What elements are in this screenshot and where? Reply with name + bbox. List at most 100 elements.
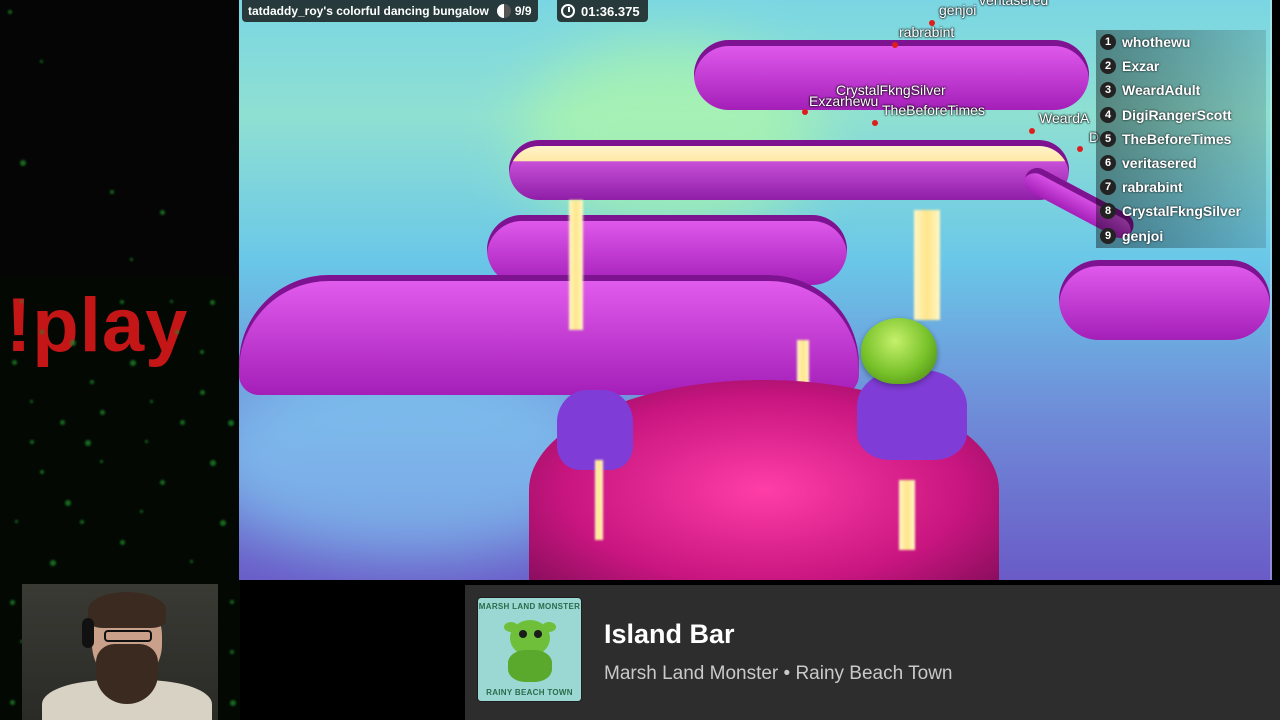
green-speck [150, 400, 153, 403]
green-speck [40, 330, 44, 334]
webcam-feed [22, 584, 218, 720]
leaderboard-row: 2 Exzar [1096, 54, 1266, 79]
player-marker [802, 109, 808, 115]
leaderboard-name: TheBeforeTimes [1122, 130, 1232, 147]
leaderboard-name: veritasered [1122, 155, 1197, 172]
launch-funnel-left [557, 390, 633, 470]
monster-body [508, 650, 552, 682]
green-speck [10, 700, 15, 705]
light-pillar [914, 210, 940, 320]
green-speck [190, 560, 193, 563]
green-speck [50, 560, 56, 566]
player-count: 9/9 [514, 4, 532, 18]
race-timer: 01:36.375 [557, 0, 648, 22]
green-speck [130, 258, 133, 261]
green-speck [175, 330, 179, 334]
green-speck [8, 10, 12, 14]
green-speck [170, 300, 173, 303]
leaderboard-row: 1 whothewu [1096, 30, 1266, 55]
green-speck [40, 470, 44, 474]
green-speck [160, 210, 165, 215]
leaderboard-name: Exzar [1122, 58, 1160, 75]
rank-badge: 9 [1100, 227, 1116, 244]
green-speck [120, 300, 124, 304]
play-command-text: !play [6, 283, 189, 368]
player-marker [1029, 128, 1035, 134]
rank-badge: 4 [1100, 106, 1116, 123]
green-speck [12, 360, 17, 365]
green-speck [65, 500, 71, 506]
green-speck [30, 400, 33, 403]
leaderboard-name: DigiRangerScott [1122, 106, 1232, 123]
cover-album-text: RAINY BEACH TOWN [486, 688, 573, 697]
headset-icon [82, 618, 94, 648]
streamer-beard [96, 644, 158, 704]
leaderboard-name: WeardAdult [1122, 82, 1201, 99]
green-speck [230, 700, 236, 706]
spiral-track-low [239, 275, 859, 395]
rank-badge: 7 [1100, 179, 1116, 196]
green-speck [145, 440, 148, 443]
player-tag: Exzarhewu [809, 93, 879, 109]
green-speck [228, 420, 234, 426]
green-speck [200, 390, 205, 395]
green-speck [20, 160, 26, 166]
streamer-hair [88, 592, 166, 628]
green-speck [90, 380, 94, 384]
green-speck [120, 540, 125, 545]
leaderboard-name: CrystalFkngSilver [1122, 203, 1242, 220]
overlay-top-area [0, 0, 240, 278]
green-speck [140, 510, 143, 513]
album-cover: MARSH LAND MONSTER RAINY BEACH TOWN [478, 598, 581, 701]
rank-badge: 6 [1100, 155, 1116, 172]
player-marker [1077, 146, 1083, 152]
player-tag: TheBeforeTimes [882, 102, 985, 118]
player-marble [861, 318, 937, 384]
monster-eye [519, 630, 527, 638]
green-speck [85, 440, 91, 446]
green-speck [230, 600, 234, 604]
race-title: tatdaddy_roy's colorful dancing bungalow [248, 4, 489, 18]
timer-value: 01:36.375 [581, 3, 640, 19]
green-speck [70, 340, 76, 346]
leaderboard-row: 6 veritasered [1096, 150, 1266, 176]
green-speck [30, 440, 34, 444]
leaderboard-row: 7 rabrabint [1096, 175, 1266, 200]
spiral-track-top [694, 40, 1089, 110]
leaderboard-row: 5 TheBeforeTimes [1096, 126, 1266, 151]
rank-badge: 1 [1100, 34, 1116, 51]
green-speck [200, 350, 204, 354]
half-circle-icon [496, 4, 511, 18]
player-marker [929, 20, 935, 26]
leaderboard-row: 8 CrystalFkngSilver [1096, 199, 1266, 224]
light-pillar [569, 200, 583, 330]
green-speck [20, 300, 23, 303]
green-speck [220, 520, 226, 526]
green-speck [15, 520, 18, 523]
now-playing-widget: MARSH LAND MONSTER RAINY BEACH TOWN Isla… [465, 585, 1280, 720]
rank-badge: 2 [1100, 58, 1116, 75]
song-artist-album: Marsh Land Monster • Rainy Beach Town [604, 663, 953, 684]
green-speck [60, 420, 65, 425]
rank-badge: 5 [1100, 130, 1116, 147]
leaderboard-row: 3 WeardAdult [1096, 78, 1266, 103]
green-speck [10, 600, 15, 605]
player-tag: genjoi [939, 2, 977, 18]
green-speck [110, 190, 114, 194]
green-speck [210, 460, 216, 466]
green-speck [160, 480, 165, 485]
green-speck [40, 60, 43, 63]
rank-badge: 3 [1100, 82, 1116, 99]
player-count-badge: 9/9 [496, 4, 532, 18]
leaderboard-row: 9 genjoi [1096, 223, 1266, 248]
light-pillar [595, 460, 603, 540]
stopwatch-icon [561, 4, 575, 18]
leaderboard-name: rabrabint [1122, 179, 1183, 196]
spiral-track-glow [509, 140, 1069, 200]
leaderboard-row: 4 DigiRangerScott [1096, 102, 1266, 127]
green-speck [210, 300, 215, 305]
player-tag: WeardA [1039, 110, 1090, 126]
leaderboard: 1 whothewu 2 Exzar 3 WeardAdult 4 DigiRanger… [1096, 30, 1266, 248]
song-title: Island Bar [604, 619, 735, 649]
streamer-glasses [104, 630, 152, 642]
